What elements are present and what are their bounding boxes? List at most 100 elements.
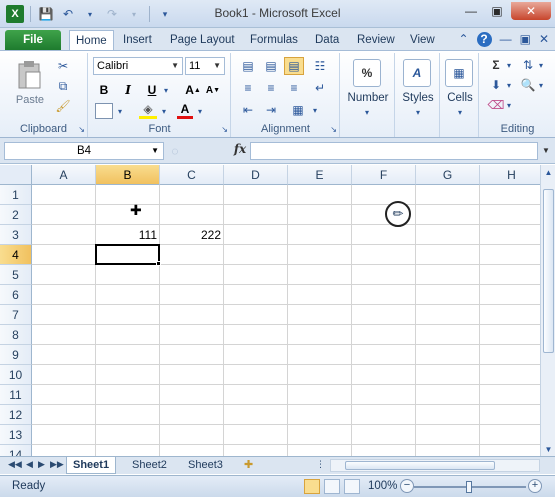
increase-indent-icon[interactable]: ⇥ (261, 101, 281, 119)
align-center-icon[interactable]: ≡ (261, 79, 281, 97)
row-header-14[interactable]: 14 (0, 445, 32, 456)
find-select-icon[interactable]: 🔍 (520, 77, 536, 93)
zoom-slider-thumb[interactable] (466, 481, 472, 493)
tab-file[interactable]: File (5, 30, 61, 50)
normal-view-icon[interactable] (304, 479, 320, 494)
tab-view[interactable]: View (404, 30, 441, 50)
insert-function-button[interactable]: fx (230, 142, 250, 160)
row-header-10[interactable]: 10 (0, 365, 32, 385)
paste-button[interactable]: Paste (10, 93, 50, 107)
close-workbook-icon[interactable]: ✕ (539, 32, 549, 47)
column-header-b[interactable]: B (96, 165, 160, 185)
minimize-icon[interactable]: — (459, 2, 483, 20)
column-header-g[interactable]: G (416, 165, 480, 185)
font-color-icon[interactable]: A (177, 101, 193, 119)
vertical-scroll-thumb[interactable] (543, 189, 554, 353)
autosum-icon[interactable]: Σ (488, 57, 504, 73)
minimize-ribbon-icon[interactable]: ⌃ (459, 32, 469, 47)
cell-b3[interactable]: 111 (96, 225, 160, 245)
align-right-icon[interactable]: ≡ (284, 79, 304, 97)
tab-data[interactable]: Data (309, 30, 345, 50)
column-header-h[interactable]: H (480, 165, 540, 185)
chevron-down-icon[interactable]: ▾ (412, 107, 424, 117)
wrap-text-icon[interactable]: ↵ (310, 79, 330, 97)
row-header-7[interactable]: 7 (0, 305, 32, 325)
column-header-c[interactable]: C (160, 165, 224, 185)
column-header-e[interactable]: E (288, 165, 352, 185)
tab-page-layout[interactable]: Page Layout (164, 30, 241, 50)
horizontal-scrollbar[interactable] (330, 459, 540, 472)
format-painter-icon[interactable]: 🖌 (55, 99, 70, 113)
next-sheet-icon[interactable]: ▶ (38, 459, 45, 470)
tab-home[interactable]: Home (69, 30, 114, 50)
prev-sheet-icon[interactable]: ◀ (26, 459, 33, 470)
vertical-scrollbar[interactable]: ▲ ▼ (540, 165, 555, 456)
row-header-12[interactable]: 12 (0, 405, 32, 425)
horizontal-scroll-thumb[interactable] (345, 461, 495, 470)
zoom-out-icon[interactable]: − (400, 479, 414, 493)
fill-handle[interactable] (156, 261, 161, 266)
tab-insert[interactable]: Insert (117, 30, 158, 50)
chevron-down-icon[interactable]: ▾ (310, 101, 320, 119)
row-header-4[interactable]: 4 (0, 245, 32, 265)
first-sheet-icon[interactable]: ◀◀ (8, 459, 22, 470)
sheet-tab-2[interactable]: Sheet2 (126, 457, 173, 474)
percent-icon[interactable]: % (353, 59, 381, 87)
column-header-d[interactable]: D (224, 165, 288, 185)
font-name-select[interactable]: Calibri ▼ (93, 57, 183, 75)
row-header-13[interactable]: 13 (0, 425, 32, 445)
page-layout-view-icon[interactable] (324, 479, 340, 494)
help-icon[interactable]: ? (476, 32, 492, 47)
chevron-down-icon[interactable]: ▾ (361, 107, 373, 117)
close-icon[interactable]: ✕ (511, 2, 551, 20)
row-header-6[interactable]: 6 (0, 285, 32, 305)
restore-icon[interactable]: ▣ (485, 2, 509, 20)
copy-icon[interactable]: ⧉ (56, 79, 70, 93)
zoom-level[interactable]: 100% (368, 480, 397, 492)
align-top-icon[interactable]: ▤ (238, 57, 258, 75)
number-button[interactable]: Number (343, 91, 393, 105)
clear-icon[interactable]: ⌫ (488, 97, 505, 113)
minimize-workbook-icon[interactable]: — (500, 32, 512, 47)
select-all-corner[interactable] (0, 165, 32, 185)
align-left-icon[interactable]: ≡ (238, 79, 258, 97)
row-header-8[interactable]: 8 (0, 325, 32, 345)
align-bottom-icon[interactable]: ▤ (284, 57, 304, 75)
decrease-indent-icon[interactable]: ⇤ (238, 101, 258, 119)
active-cell[interactable] (95, 244, 160, 265)
paste-icon[interactable] (14, 59, 46, 91)
chevron-down-icon[interactable]: ▾ (536, 57, 546, 73)
page-break-view-icon[interactable] (344, 479, 360, 494)
row-header-11[interactable]: 11 (0, 385, 32, 405)
name-box[interactable]: B4 ▼ (4, 142, 164, 160)
last-sheet-icon[interactable]: ▶▶ (50, 459, 64, 470)
formula-bar-handle-icon[interactable]: ◌ (168, 142, 182, 160)
chevron-down-icon[interactable]: ▾ (536, 77, 546, 93)
underline-icon[interactable]: U (143, 81, 161, 99)
chevron-down-icon[interactable]: ▾ (195, 103, 205, 119)
chevron-down-icon[interactable]: ▾ (115, 103, 125, 119)
column-header-f[interactable]: F (352, 165, 416, 185)
fill-color-icon[interactable]: ◈ (139, 101, 157, 119)
align-middle-icon[interactable]: ▤ (261, 57, 281, 75)
restore-workbook-icon[interactable]: ▣ (520, 32, 531, 47)
tab-formulas[interactable]: Formulas (244, 30, 304, 50)
borders-icon[interactable] (95, 103, 113, 119)
row-header-1[interactable]: 1 (0, 185, 32, 205)
chevron-down-icon[interactable]: ▾ (159, 103, 169, 119)
fill-icon[interactable]: ⬇ (488, 77, 504, 93)
cells-button[interactable]: Cells (441, 91, 479, 105)
decrease-font-icon[interactable]: A ▼ (205, 81, 221, 99)
zoom-in-icon[interactable]: + (528, 479, 542, 493)
chevron-down-icon[interactable]: ▾ (504, 57, 514, 73)
styles-icon[interactable]: A (403, 59, 431, 87)
cell-c3[interactable]: 222 (160, 225, 224, 245)
merge-center-icon[interactable]: ▦ (288, 101, 308, 119)
worksheet-grid[interactable]: A B C D E F G H 1 2 3 4 5 6 7 8 9 10 11 12 13 14 111 222 (0, 165, 540, 456)
sheet-tab-3[interactable]: Sheet3 (182, 457, 229, 474)
sheet-tab-1[interactable]: Sheet1 (66, 457, 117, 474)
bold-icon[interactable]: B (95, 81, 113, 99)
dialog-launcher-icon[interactable]: ↘ (330, 125, 337, 134)
row-header-3[interactable]: 3 (0, 225, 32, 245)
dialog-launcher-icon[interactable]: ↘ (221, 125, 228, 134)
